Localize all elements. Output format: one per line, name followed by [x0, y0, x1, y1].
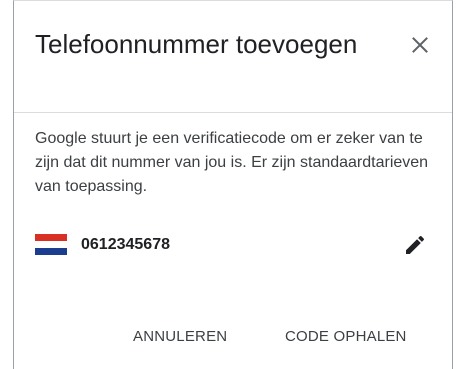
get-code-button[interactable]: CODE OPHALEN [285, 327, 407, 347]
close-icon[interactable] [408, 33, 432, 57]
netherlands-flag-icon [35, 234, 67, 255]
cancel-button[interactable]: ANNULEREN [133, 327, 227, 347]
dialog-title: Telefoonnummer toevoegen [35, 29, 358, 59]
add-phone-dialog: Telefoonnummer toevoegen Google stuurt j… [13, 0, 453, 369]
pencil-icon[interactable] [403, 233, 427, 257]
dialog-description: Google stuurt je een verificatiecode om … [35, 130, 429, 195]
phone-number-row: 0612345678 [35, 231, 427, 259]
phone-number: 0612345678 [81, 236, 170, 253]
divider [14, 112, 452, 113]
